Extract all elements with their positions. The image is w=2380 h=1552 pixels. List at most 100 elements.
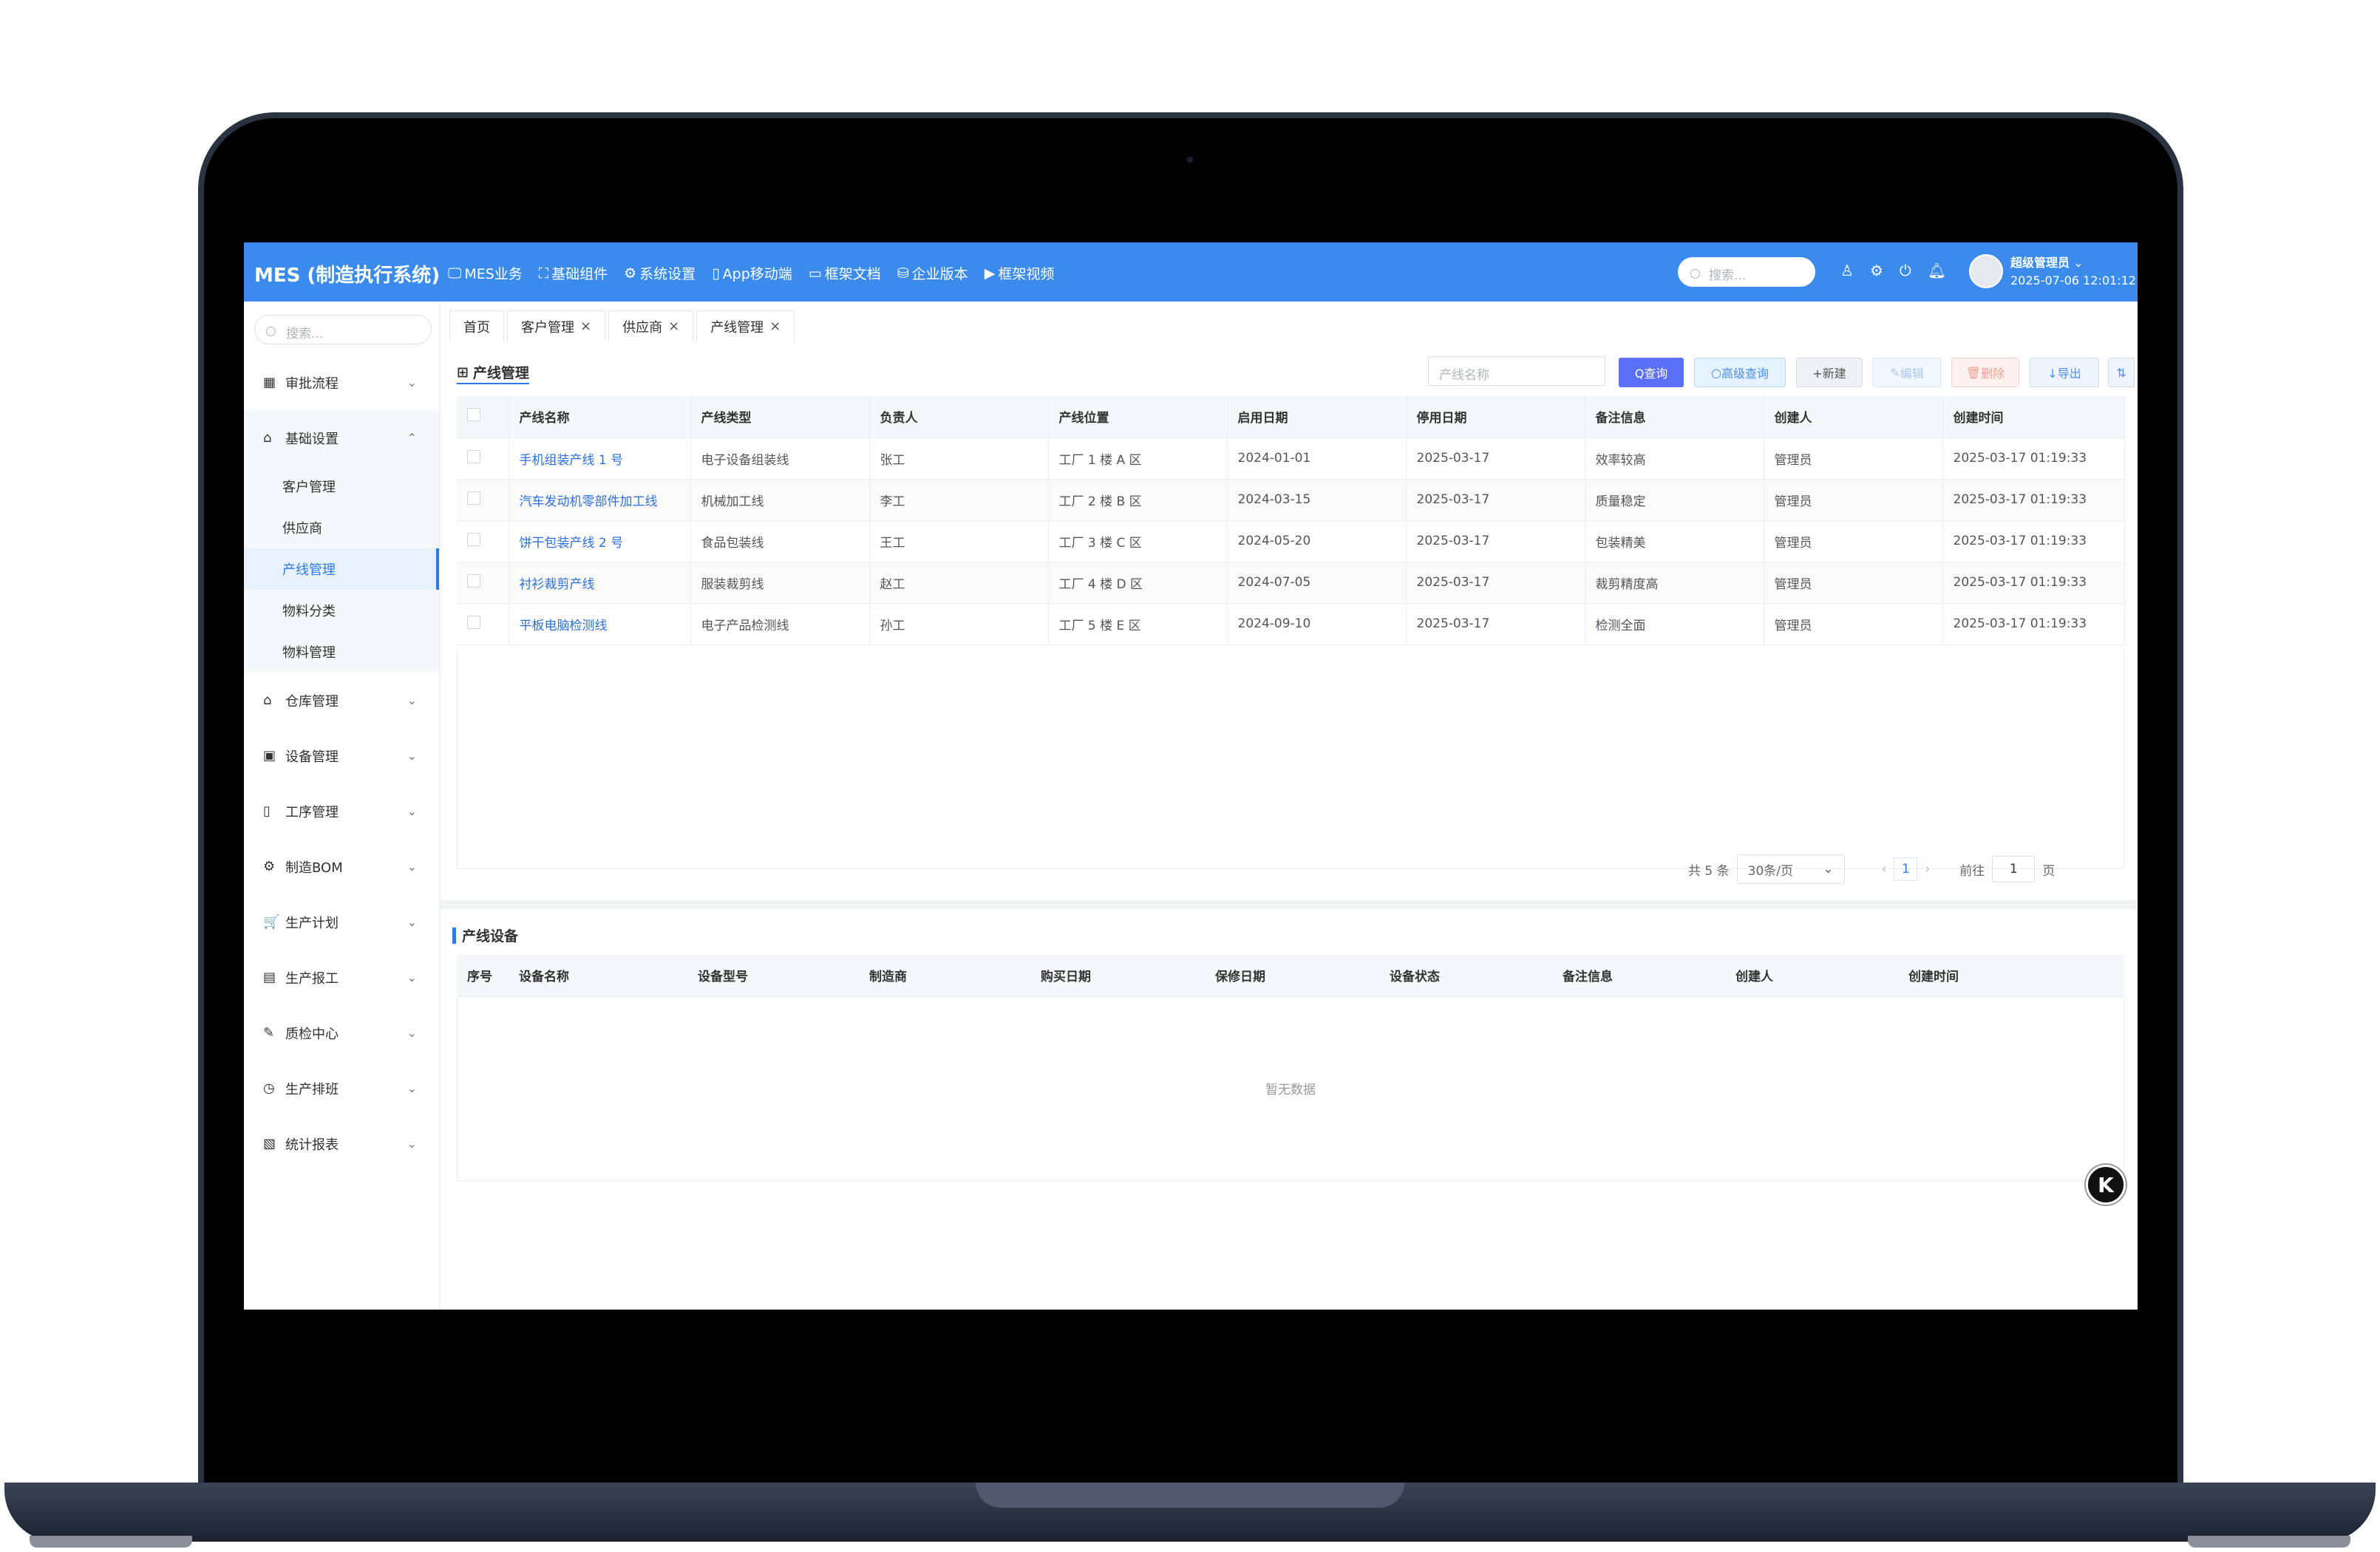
table-row[interactable]: 衬衫裁剪产线 服装裁剪线 赵工 工厂 4 楼 D 区 2024-07-05 2025-03… — [457, 562, 2125, 604]
table-cell: 李工 — [869, 479, 1049, 521]
sidebar-item-6[interactable]: 🛒 生产计划 ⌄ — [244, 894, 439, 950]
top-nav: 🖵 MES业务 ⛶ 基础组件 ⚙ 系统设置 ▯ App移动端 ▭ 框架文档 ⛁ 企业版本 ▶ 框架视频 — [448, 263, 1054, 283]
table-cell: 工厂 4 楼 D 区 — [1048, 562, 1228, 604]
select-all-checkbox[interactable] — [467, 408, 480, 422]
title-accent-bar — [452, 927, 456, 944]
table-cell: 工厂 1 楼 A 区 — [1048, 438, 1228, 480]
column-header: 创建时间 — [1898, 955, 2124, 997]
page-number-current[interactable]: 1 — [1894, 857, 1918, 881]
table-row[interactable]: 饼干包装产线 2 号食品包装线 王工 工厂 3 楼 C 区 2024-05-20 202… — [457, 520, 2125, 562]
line-name-link[interactable]: 饼干包装产线 2 号 — [509, 520, 691, 562]
sidebar-item-7[interactable]: ▤ 生产报工 ⌄ — [244, 950, 439, 1005]
edit-button[interactable]: ✎ 编辑 — [1873, 358, 1941, 387]
warehouse-icon: ⌂ — [263, 692, 272, 708]
table-cell: 机械加工线 — [690, 479, 870, 521]
close-icon[interactable]: × — [580, 319, 591, 334]
tab-1[interactable]: 客户管理 × — [507, 310, 606, 341]
sidebar-item-10[interactable]: ▧ 统计报表 ⌄ — [244, 1116, 439, 1171]
table-cell: 管理员 — [1764, 520, 1943, 562]
table-cell: 质量稳定 — [1585, 479, 1764, 521]
table-cell: 食品包装线 — [690, 520, 870, 562]
sidebar-item-0[interactable]: ▦ 审批流程 ⌄ — [244, 355, 439, 410]
sidebar-item-4[interactable]: ▯ 工序管理 ⌄ — [244, 783, 439, 839]
next-page-icon[interactable]: › — [1925, 862, 1930, 877]
floating-k-button[interactable]: K — [2086, 1165, 2126, 1205]
top-bar: MES (制造执行系统) 🖵 MES业务 ⛶ 基础组件 ⚙ 系统设置 ▯ App移动端 ▭ 框架文… — [244, 242, 2138, 302]
sidebar-item-label: 生产报工 — [285, 970, 339, 987]
avatar[interactable] — [1969, 254, 2003, 288]
sidebar-item-3[interactable]: ▣ 设备管理 ⌄ — [244, 728, 439, 783]
table-cell: 包装精美 — [1585, 520, 1764, 562]
query-button[interactable]: Q查询 — [1619, 358, 1684, 387]
table-row[interactable]: 汽车发动机零部件加工线 机械加工线 李工 工厂 2 楼 B 区 2024-03-15 20… — [457, 479, 2125, 521]
sidebar-subitem-3[interactable]: 物料分类 — [244, 590, 439, 631]
export-button[interactable]: ↓导出 — [2030, 358, 2099, 387]
topnav-item-1[interactable]: ⛶ 基础组件 — [539, 263, 608, 283]
table-cell: 管理员 — [1764, 562, 1943, 604]
chevron-down-icon: ⌄ — [407, 970, 417, 984]
sidebar-subitem-4[interactable]: 物料管理 — [244, 631, 439, 673]
sidebar-subitem-0[interactable]: 客户管理 — [244, 466, 439, 507]
table-cell: 2025-03-17 — [1406, 438, 1585, 480]
delete-button[interactable]: 🗑︎ 删除 — [1951, 358, 2019, 387]
chevron-down-icon: ⌄ — [407, 860, 417, 874]
line-name-link[interactable]: 平板电脑检测线 — [509, 603, 691, 645]
tab-2[interactable]: 供应商 × — [608, 310, 694, 341]
topnav-item-6[interactable]: ▶ 框架视频 — [985, 263, 1055, 283]
line-equipment-section: 产线设备 序号 设备名称 设备型号 制造商 购买日期 保修日期 设备状态 备注信息 创建人 创建时… — [449, 918, 2124, 1184]
column-header: 启用日期 — [1227, 396, 1407, 438]
close-icon[interactable]: × — [668, 319, 679, 334]
table-cell: 2024-07-05 — [1227, 562, 1407, 604]
sidebar-item-1[interactable]: ⌂ 基础设置 ⌃ — [244, 410, 439, 466]
page-size-select[interactable]: 30条/页 ⌄ — [1736, 854, 1845, 884]
advanced-query-button[interactable]: ○ 高级查询 — [1694, 358, 1786, 387]
table-cell: 2024-05-20 — [1227, 520, 1407, 562]
sidebar-search-placeholder: 搜索... — [286, 327, 324, 341]
table-cell: 检测全面 — [1585, 603, 1764, 645]
topnav-item-0[interactable]: 🖵 MES业务 — [448, 263, 523, 283]
sidebar-subitem-1[interactable]: 供应商 — [244, 507, 439, 548]
sidebar-search-input[interactable]: ○ 搜索... — [254, 315, 432, 344]
global-search-input[interactable]: ○ 搜索... — [1678, 257, 1815, 287]
goto-page-input[interactable]: 1 — [1992, 856, 2036, 882]
line-name-filter-input[interactable]: 产线名称 — [1428, 356, 1605, 386]
sidebar-subitem-2[interactable]: 产线管理 — [244, 548, 439, 590]
table-row[interactable]: 平板电脑检测线 电子产品检测线 孙工 工厂 5 楼 E 区 2024-09-10 2025… — [457, 603, 2125, 645]
row-checkbox[interactable] — [467, 615, 480, 629]
global-search-placeholder: 搜索... — [1709, 268, 1747, 283]
refresh-icon[interactable]: ⇅ — [2108, 358, 2135, 387]
mobile-icon: ▯ — [712, 265, 720, 282]
user-info[interactable]: 超级管理员 ⌄ 2025-07-06 12:01:12 — [2010, 254, 2136, 290]
sidebar-item-8[interactable]: ✎ 质检中心 ⌄ — [244, 1005, 439, 1061]
goto-label: 前往 — [1959, 863, 1985, 879]
close-icon[interactable]: × — [769, 319, 781, 334]
header-checkbox-cell — [457, 396, 509, 438]
topnav-item-5[interactable]: ⛁ 企业版本 — [897, 263, 968, 283]
header-icons: ♙ ⚙ ⏻ 🔔︎ — [1840, 262, 1946, 279]
topnav-item-3[interactable]: ▯ App移动端 — [712, 263, 792, 283]
line-name-link[interactable]: 手机组装产线 1 号 — [509, 438, 691, 480]
tab-0[interactable]: 首页 — [449, 310, 504, 341]
tab-3[interactable]: 产线管理 × — [696, 310, 795, 341]
row-checkbox[interactable] — [467, 449, 480, 463]
sidebar-item-9[interactable]: ◷ 生产排班 ⌄ — [244, 1061, 439, 1116]
row-checkbox[interactable] — [467, 491, 480, 505]
topnav-item-4[interactable]: ▭ 框架文档 — [809, 263, 881, 283]
chevron-down-icon: ⌄ — [1823, 862, 1834, 877]
topnav-item-2[interactable]: ⚙ 系统设置 — [624, 263, 696, 283]
user-icon[interactable]: ♙ — [1840, 262, 1854, 279]
row-checkbox[interactable] — [467, 574, 480, 588]
settings-icon[interactable]: ⚙ — [1870, 262, 1883, 279]
new-button[interactable]: +新建 — [1796, 358, 1863, 387]
prev-page-icon[interactable]: ‹ — [1882, 862, 1887, 877]
line-name-link[interactable]: 汽车发动机零部件加工线 — [509, 479, 691, 521]
bell-icon[interactable]: 🔔︎ — [1928, 262, 1946, 279]
sidebar-item-5[interactable]: ⚙ 制造BOM ⌄ — [244, 839, 439, 894]
sidebar-item-label: 制造BOM — [285, 860, 343, 876]
table-cell: 张工 — [869, 438, 1049, 480]
row-checkbox[interactable] — [467, 532, 480, 546]
line-name-link[interactable]: 衬衫裁剪产线 — [509, 562, 691, 604]
sidebar-item-2[interactable]: ⌂ 仓库管理 ⌄ — [244, 673, 439, 728]
power-icon[interactable]: ⏻ — [1900, 262, 1911, 279]
table-row[interactable]: 手机组装产线 1 号电子设备组装线 张工 工厂 1 楼 A 区 2024-01-01 2… — [457, 438, 2125, 480]
